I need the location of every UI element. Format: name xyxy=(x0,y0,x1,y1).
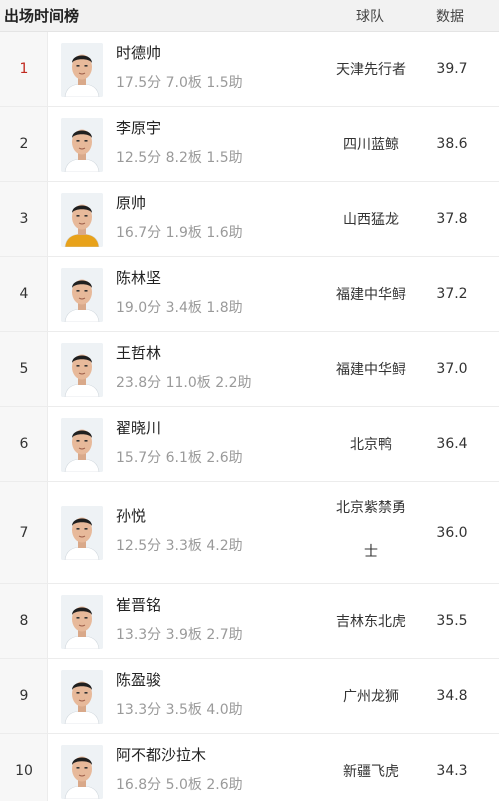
player-name[interactable]: 李原宇 xyxy=(116,117,161,138)
player-avatar[interactable] xyxy=(61,506,103,560)
player-stats: 23.8分 11.0板 2.2助 xyxy=(116,375,252,391)
ranking-row[interactable]: 2 李原宇 12.5分 8.2板 1.5助 四川蓝鲸 38.6 xyxy=(0,107,499,182)
rank-cell: 9 xyxy=(0,659,48,733)
player-avatar[interactable] xyxy=(61,118,103,172)
team-name[interactable]: 新疆飞虎 xyxy=(326,761,416,781)
minutes-value: 34.8 xyxy=(436,688,468,704)
player-avatar[interactable] xyxy=(61,343,103,397)
player-name[interactable]: 翟晓川 xyxy=(116,417,161,438)
team-name[interactable]: 北京鸭 xyxy=(326,434,416,454)
rank-cell: 7 xyxy=(0,482,48,583)
rank-cell: 3 xyxy=(0,182,48,256)
player-name[interactable]: 王哲林 xyxy=(116,342,161,363)
player-name[interactable]: 崔晋铭 xyxy=(116,594,161,615)
minutes-value: 36.4 xyxy=(436,436,468,452)
player-stats: 16.7分 1.9板 1.6助 xyxy=(116,225,243,241)
page-title: 出场时间榜 xyxy=(4,7,80,25)
ranking-row[interactable]: 4 陈林坚 19.0分 3.4板 1.8助 福建中华鲟 37.2 xyxy=(0,257,499,332)
rank-cell: 10 xyxy=(0,734,48,801)
team-name[interactable]: 天津先行者 xyxy=(326,59,416,79)
minutes-value: 37.8 xyxy=(436,211,468,227)
player-avatar[interactable] xyxy=(61,418,103,472)
rank-number: 6 xyxy=(19,436,29,452)
player-name[interactable]: 陈盈骏 xyxy=(116,669,161,690)
column-header-data: 数据 xyxy=(436,9,464,25)
player-name[interactable]: 孙悦 xyxy=(116,505,146,526)
player-name[interactable]: 时德帅 xyxy=(116,42,161,63)
ranking-list: 1 时德帅 17.5分 7.0板 1.5助 天津先行者 39.7 2 李原宇 12.5分 8.… xyxy=(0,32,499,801)
rank-cell: 8 xyxy=(0,584,48,658)
player-name[interactable]: 原帅 xyxy=(116,192,146,213)
rank-number: 8 xyxy=(19,613,29,629)
team-name[interactable]: 山西猛龙 xyxy=(326,209,416,229)
minutes-value: 39.7 xyxy=(436,61,468,77)
rank-number: 9 xyxy=(19,688,29,704)
rank-number: 5 xyxy=(19,361,29,377)
ranking-page: 出场时间榜 球队 数据 1 时德帅 17.5分 7.0板 1.5助 天津先行者 39.7… xyxy=(0,0,499,801)
team-name[interactable]: 吉林东北虎 xyxy=(326,611,416,631)
rank-cell: 6 xyxy=(0,407,48,481)
player-stats: 13.3分 3.5板 4.0助 xyxy=(116,702,243,718)
minutes-value: 34.3 xyxy=(436,763,468,779)
minutes-value: 37.2 xyxy=(436,286,468,302)
rank-number: 3 xyxy=(19,211,29,227)
team-name[interactable]: 北京紫禁勇 xyxy=(326,486,416,530)
player-stats: 12.5分 8.2板 1.5助 xyxy=(116,150,243,166)
ranking-row[interactable]: 3 原帅 16.7分 1.9板 1.6助 山西猛龙 37.8 xyxy=(0,182,499,257)
player-avatar[interactable] xyxy=(61,670,103,724)
rank-cell: 1 xyxy=(0,32,48,106)
player-stats: 17.5分 7.0板 1.5助 xyxy=(116,75,243,91)
ranking-row[interactable]: 6 翟晓川 15.7分 6.1板 2.6助 北京鸭 36.4 xyxy=(0,407,499,482)
rank-number: 2 xyxy=(19,136,29,152)
rank-number: 7 xyxy=(19,524,29,541)
ranking-row[interactable]: 5 王哲林 23.8分 11.0板 2.2助 福建中华鲟 37.0 xyxy=(0,332,499,407)
player-avatar[interactable] xyxy=(61,595,103,649)
ranking-row[interactable]: 7 孙悦 12.5分 3.3板 4.2助 北京紫禁勇士 36.0 xyxy=(0,482,499,584)
player-avatar[interactable] xyxy=(61,43,103,97)
team-name[interactable]: 福建中华鲟 xyxy=(326,284,416,304)
minutes-value: 35.5 xyxy=(436,613,468,629)
team-name[interactable]: 福建中华鲟 xyxy=(326,359,416,379)
player-stats: 12.5分 3.3板 4.2助 xyxy=(116,538,243,554)
player-stats: 16.8分 5.0板 2.6助 xyxy=(116,777,243,793)
rank-cell: 5 xyxy=(0,332,48,406)
player-stats: 15.7分 6.1板 2.6助 xyxy=(116,450,243,466)
team-name[interactable]: 四川蓝鲸 xyxy=(326,134,416,154)
player-stats: 19.0分 3.4板 1.8助 xyxy=(116,300,243,316)
player-name[interactable]: 阿不都沙拉木 xyxy=(116,744,206,765)
team-name[interactable]: 广州龙狮 xyxy=(326,686,416,706)
player-avatar[interactable] xyxy=(61,268,103,322)
minutes-value: 36.0 xyxy=(436,524,468,541)
ranking-row[interactable]: 1 时德帅 17.5分 7.0板 1.5助 天津先行者 39.7 xyxy=(0,32,499,107)
player-avatar[interactable] xyxy=(61,193,103,247)
rank-cell: 4 xyxy=(0,257,48,331)
rank-number: 4 xyxy=(19,286,29,302)
player-stats: 13.3分 3.9板 2.7助 xyxy=(116,627,243,643)
team-name-continued[interactable]: 士 xyxy=(326,530,416,574)
minutes-value: 38.6 xyxy=(436,136,468,152)
table-header: 出场时间榜 球队 数据 xyxy=(0,0,499,32)
player-name[interactable]: 陈林坚 xyxy=(116,267,161,288)
rank-number: 1 xyxy=(19,61,29,77)
rank-number: 10 xyxy=(15,763,33,779)
ranking-row[interactable]: 9 陈盈骏 13.3分 3.5板 4.0助 广州龙狮 34.8 xyxy=(0,659,499,734)
ranking-row[interactable]: 10 阿不都沙拉木 16.8分 5.0板 2.6助 新疆飞虎 34.3 xyxy=(0,734,499,801)
rank-cell: 2 xyxy=(0,107,48,181)
minutes-value: 37.0 xyxy=(436,361,468,377)
player-avatar[interactable] xyxy=(61,745,103,799)
ranking-row[interactable]: 8 崔晋铭 13.3分 3.9板 2.7助 吉林东北虎 35.5 xyxy=(0,584,499,659)
column-header-team: 球队 xyxy=(356,9,384,25)
